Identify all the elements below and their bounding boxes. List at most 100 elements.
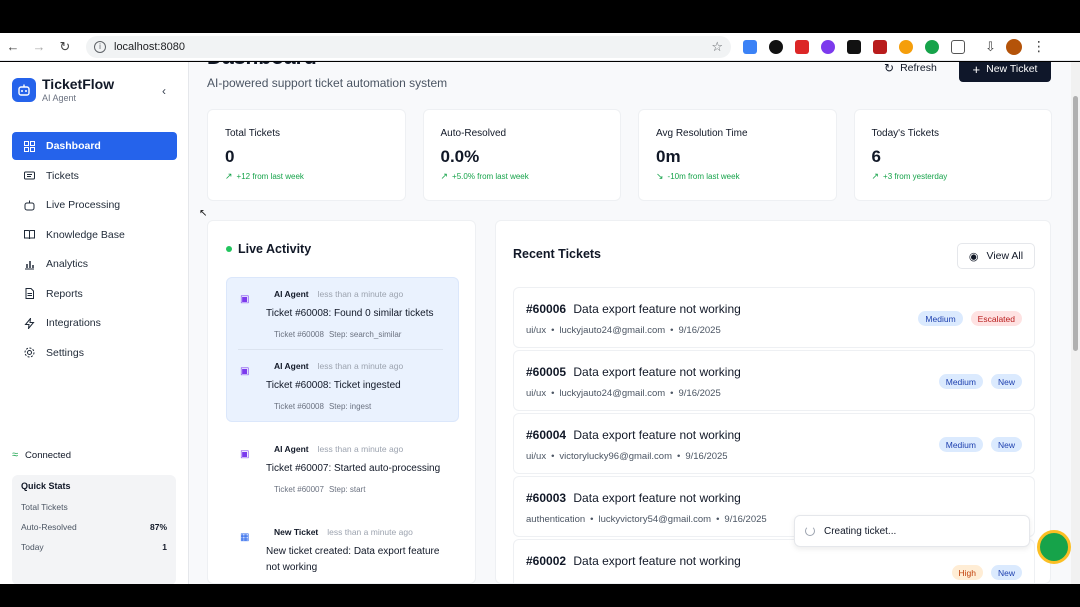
stat-card-total-tickets: Total Tickets 0 ↗ +12 from last week — [207, 109, 406, 201]
extension-icon[interactable] — [899, 39, 913, 54]
forward-icon[interactable]: → — [26, 35, 52, 59]
site-info-icon[interactable]: i — [94, 40, 106, 53]
stat-card-avg-resolution: Avg Resolution Time 0m ↘ -10m from last w… — [638, 109, 837, 201]
priority-badge: High — [951, 565, 983, 580]
activity-step: Step: ingest — [328, 402, 372, 411]
activity-header: New Ticket less than a minute ago — [274, 527, 413, 537]
sidebar-item-dashboard[interactable]: Dashboard — [12, 132, 177, 160]
wifi-icon: ≈ — [12, 449, 19, 461]
view-all-button[interactable]: ◉ View All — [957, 243, 1035, 269]
connection-status: ≈ Connected — [12, 449, 71, 461]
quick-stat-label: Auto-Resolved — [21, 522, 77, 532]
activity-actor: AI Agent — [274, 289, 309, 299]
floating-avatar-button[interactable] — [1037, 530, 1071, 564]
ticket-id: #60003 — [526, 491, 567, 505]
new-ticket-button[interactable]: + New Ticket — [959, 62, 1051, 82]
puzzle-icon[interactable] — [951, 39, 965, 54]
activity-actor: AI Agent — [274, 361, 309, 371]
live-activity-panel: Live Activity ▣ AI Agent less than a minu… — [207, 220, 476, 584]
activity-ticket: Ticket #60008 — [274, 330, 324, 339]
sidebar-item-reports[interactable]: Reports — [12, 280, 177, 308]
page-scrollbar[interactable] — [1071, 62, 1080, 584]
reload-icon[interactable]: ↻ — [52, 35, 78, 59]
profile-avatar[interactable] — [1005, 38, 1022, 55]
activity-time: less than a minute ago — [317, 289, 404, 299]
spinner-icon — [805, 526, 815, 536]
bookmark-star-icon[interactable]: ☆ — [711, 39, 723, 55]
sidebar-item-tickets[interactable]: Tickets — [12, 162, 177, 190]
extension-icon[interactable] — [795, 39, 809, 54]
activity-item[interactable]: ▣ AI Agent less than a minute ago Ticket … — [226, 277, 459, 349]
ticket-date: 9/16/2025 — [678, 388, 721, 399]
sidebar-item-knowledge-base[interactable]: Knowledge Base — [12, 221, 177, 249]
ticket-badges: Medium Escalated — [918, 311, 1022, 326]
toast-message: Creating ticket... — [824, 525, 897, 537]
stat-trend-text: +5.0% from last week — [452, 172, 529, 181]
bot-logo-icon — [12, 77, 36, 102]
activity-item[interactable]: ▦ New Ticket less than a minute ago New t… — [226, 515, 459, 584]
ticket-row[interactable]: #60004 Data export feature not working u… — [513, 413, 1035, 474]
status-badge: New — [990, 565, 1022, 580]
ticket-icon: ▦ — [240, 532, 250, 543]
activity-time: less than a minute ago — [327, 527, 413, 537]
refresh-button[interactable]: ↻ Refresh — [874, 62, 947, 78]
recent-tickets-title: Recent Tickets — [513, 247, 602, 261]
sidebar-item-analytics[interactable]: Analytics — [12, 250, 177, 278]
ticket-category: ui/ux — [526, 325, 547, 336]
sidebar-item-integrations[interactable]: Integrations — [12, 309, 177, 337]
extension-icon[interactable] — [769, 39, 783, 54]
ticket-title: #60005 Data export feature not working — [526, 365, 741, 379]
activity-item[interactable]: ▣ AI Agent less than a minute ago Ticket … — [226, 432, 459, 504]
ticket-row[interactable]: #60005 Data export feature not working u… — [513, 350, 1035, 411]
sidebar-nav: Dashboard Tickets Live Processing Knowle… — [12, 132, 177, 368]
menu-kebab-icon[interactable]: ⋮ — [1032, 38, 1046, 55]
stat-value: 0m — [656, 147, 681, 166]
ticket-email: victorylucky96@gmail.com — [559, 451, 672, 462]
live-activity-title-text: Live Activity — [238, 242, 312, 256]
new-ticket-label: New Ticket — [986, 63, 1038, 75]
quick-stats-panel: Quick Stats Total Tickets Auto-Resolved … — [12, 475, 176, 584]
activity-message: Ticket #60008: Ticket ingested — [266, 380, 401, 391]
quick-stat-row: Total Tickets — [21, 497, 167, 517]
activity-item[interactable]: ▣ AI Agent less than a minute ago Ticket … — [226, 349, 459, 421]
extension-icon[interactable] — [925, 39, 939, 54]
mouse-cursor-icon: ↖ — [199, 208, 208, 219]
extension-icon[interactable] — [821, 39, 835, 54]
sidebar-item-label: Reports — [46, 287, 83, 300]
browser-toolbar: ← → ↻ i localhost:8080 ☆ ⇩ ⋮ — [0, 33, 1080, 61]
address-bar[interactable]: i localhost:8080 ☆ — [86, 35, 731, 58]
extension-icon[interactable] — [873, 39, 887, 54]
stat-trend: ↗ +12 from last week — [225, 171, 388, 182]
ticket-meta: ui/ux • luckyjauto24@gmail.com • 9/16/2025 — [526, 388, 721, 399]
extension-icon[interactable] — [743, 39, 757, 54]
sidebar-item-settings[interactable]: Settings — [12, 339, 177, 367]
download-icon[interactable]: ⇩ — [985, 39, 996, 55]
stat-value: 0.0% — [440, 147, 480, 166]
bolt-icon — [23, 317, 36, 330]
page-subtitle: AI-powered support ticket automation sys… — [207, 76, 448, 90]
activity-header: AI Agent less than a minute ago — [274, 361, 403, 371]
ticket-row[interactable]: #60006 Data export feature not working u… — [513, 287, 1035, 348]
stat-trend-text: +3 from yesterday — [883, 172, 948, 181]
status-badge: Escalated — [970, 311, 1022, 326]
sidebar-item-label: Settings — [46, 346, 84, 359]
trend-up-icon: ↗ — [440, 171, 449, 181]
trend-down-icon: ↘ — [656, 171, 664, 181]
gear-icon — [23, 346, 36, 359]
stat-value: 6 — [871, 147, 881, 166]
ticket-subject: Data export feature not working — [573, 554, 741, 568]
ticket-date: 9/16/2025 — [678, 325, 721, 336]
activity-header: AI Agent less than a minute ago — [274, 444, 403, 454]
collapse-sidebar-icon[interactable]: ‹ — [162, 84, 166, 98]
ticket-title: #60002 Data export feature not working — [526, 554, 741, 568]
trend-up-icon: ↗ — [225, 171, 233, 181]
ticket-category: authentication — [526, 514, 586, 525]
scrollbar-thumb[interactable] — [1073, 96, 1078, 351]
back-icon[interactable]: ← — [0, 35, 26, 59]
sidebar-item-live-processing[interactable]: Live Processing — [12, 191, 177, 219]
ticket-badges: High New — [951, 565, 1022, 580]
activity-step: Step: start — [328, 485, 366, 494]
extension-icon[interactable] — [847, 39, 861, 54]
trend-up-icon: ↗ — [871, 171, 880, 181]
letterbox-bottom — [0, 584, 1080, 607]
